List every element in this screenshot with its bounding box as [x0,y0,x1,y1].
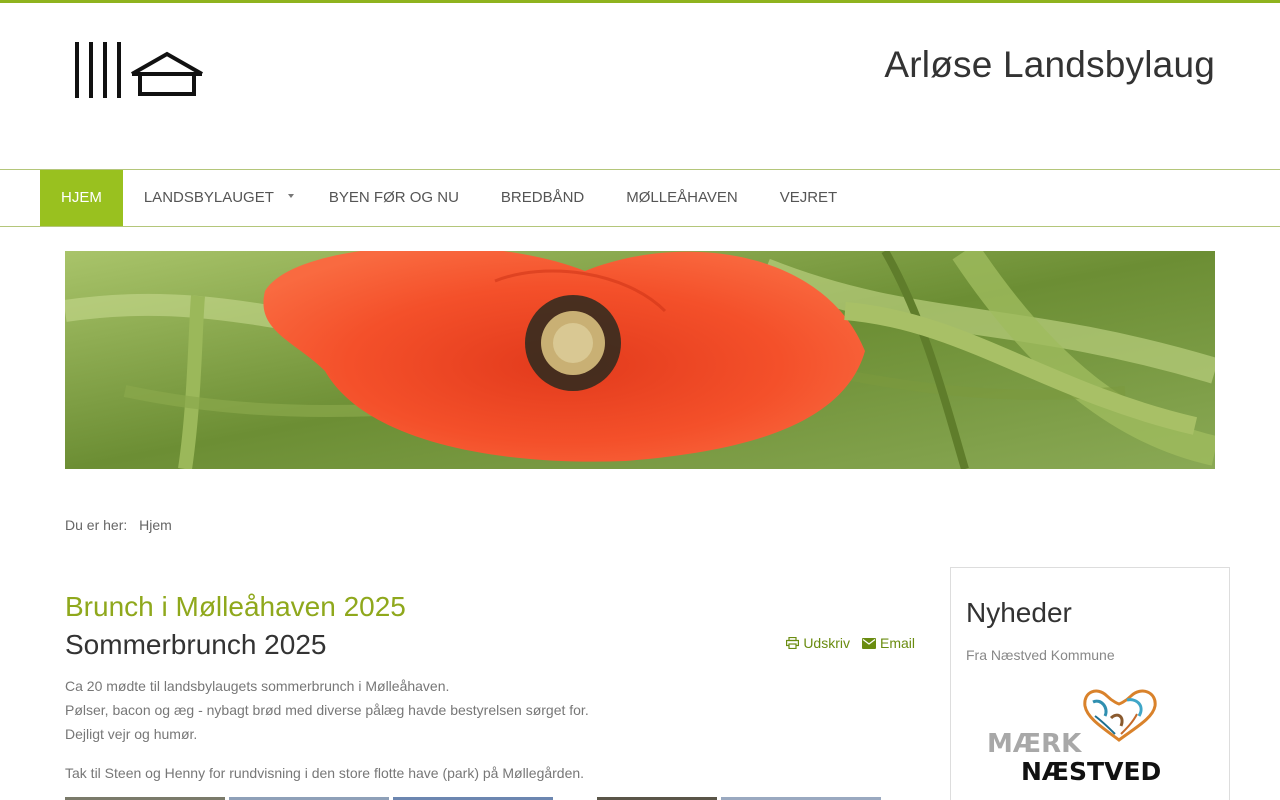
maerk-naestved-logo[interactable]: MÆRK NÆSTVED [987,688,1182,788]
nav-item-vejret[interactable]: VEJRET [759,170,859,226]
nav-item-landsbylauget[interactable]: LANDSBYLAUGET [123,170,308,226]
top-accent-bar [0,0,1280,3]
breadcrumb: Du er her: Hjem [65,517,172,533]
site-title[interactable]: Arløse Landsbylaug [884,44,1215,86]
article-paragraph: Dejligt vejr og humør. [65,726,198,742]
nav-item-hjem[interactable]: HJEM [40,170,123,226]
site-logo[interactable] [72,40,207,100]
article-body: Ca 20 mødte til landsbylaugets sommerbru… [65,674,915,785]
main-navigation: HJEM LANDSBYLAUGET BYEN FØR OG NU BREDBÅ… [0,169,1280,227]
article-paragraph: Ca 20 mødte til landsbylaugets sommerbru… [65,678,450,694]
caret-down-icon [287,194,294,198]
banner-image-poppy [65,251,1215,469]
nav-item-bredbaand[interactable]: BREDBÅND [480,170,605,226]
sidebar-subtitle: Fra Næstved Kommune [966,647,1115,663]
nav-item-byen-foer-og-nu[interactable]: BYEN FØR OG NU [308,170,480,226]
svg-text:NÆSTVED: NÆSTVED [1021,757,1161,786]
article-paragraph: Tak til Steen og Henny for rundvisning i… [65,765,585,781]
breadcrumb-current: Hjem [139,517,172,533]
breadcrumb-label: Du er her: [65,517,128,533]
heart-logo-icon: MÆRK NÆSTVED [987,689,1161,786]
news-sidebar: Nyheder Fra Næstved Kommune MÆRK NÆSTVED [950,567,1230,800]
svg-text:MÆRK: MÆRK [987,729,1082,759]
article-paragraph: Pølser, bacon og æg - nybagt brød med di… [65,702,589,718]
sidebar-title: Nyheder [966,597,1072,628]
print-icon [786,637,800,649]
envelope-icon [861,637,876,649]
nav-item-moelleaahaven[interactable]: MØLLEÅHAVEN [605,170,758,226]
article: Brunch i Mølleåhaven 2025 Sommerbrunch 2… [65,590,915,785]
print-button[interactable]: Udskriv [786,635,850,651]
email-button[interactable]: Email [861,635,915,651]
article-title[interactable]: Brunch i Mølleåhaven 2025 [65,590,915,624]
house-logo-icon [75,42,203,98]
article-actions: Udskriv Email [786,635,915,651]
